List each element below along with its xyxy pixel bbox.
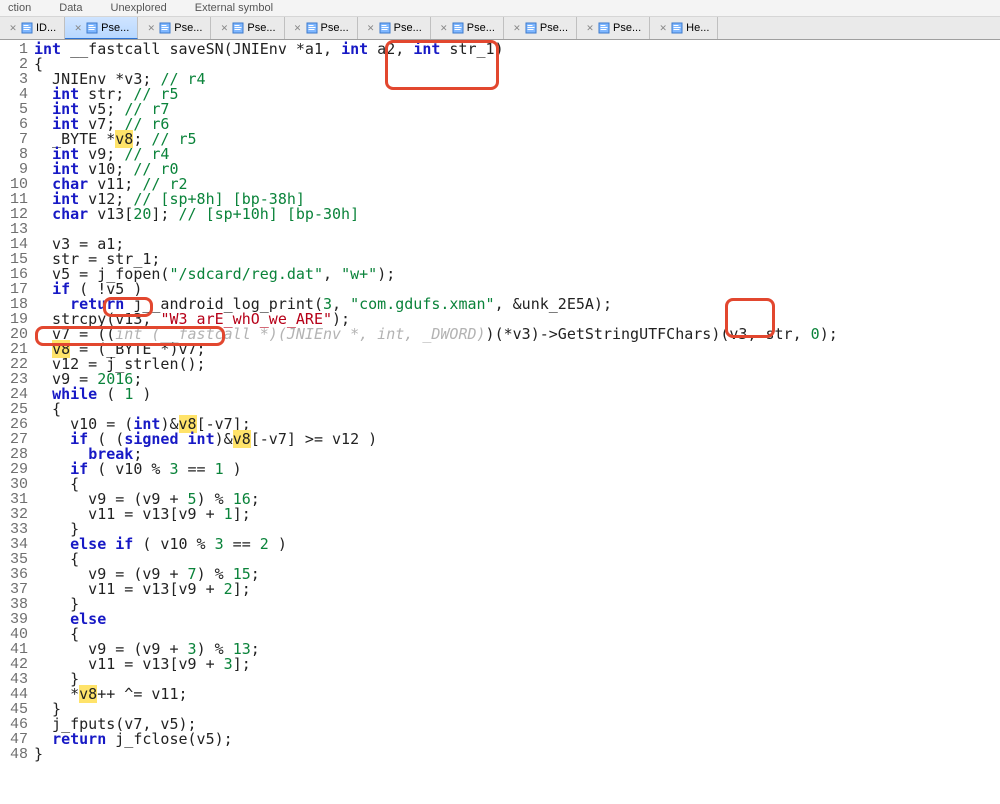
document-icon (525, 22, 537, 34)
tab-label: Pse... (101, 22, 129, 34)
tab-0[interactable]: ✕ ID... (0, 17, 65, 39)
tab-label: He... (686, 22, 709, 34)
tab-close-icon[interactable]: ✕ (439, 23, 449, 33)
document-icon (379, 22, 391, 34)
tab-6[interactable]: ✕ Pse... (431, 17, 504, 39)
tab-close-icon[interactable]: ✕ (73, 23, 83, 33)
tab-bar: ✕ ID... ✕ Pse... ✕ Pse... ✕ Pse... ✕ Pse... ✕ Pse..… (0, 17, 1000, 40)
document-icon (86, 22, 98, 34)
tab-label: Pse... (174, 22, 202, 34)
toolbar-item[interactable]: ction (8, 2, 31, 14)
document-icon (159, 22, 171, 34)
tab-label: Pse... (467, 22, 495, 34)
tab-close-icon[interactable]: ✕ (219, 23, 229, 33)
document-icon (306, 22, 318, 34)
tab-2[interactable]: ✕ Pse... (138, 17, 211, 39)
tab-4[interactable]: ✕ Pse... (285, 17, 358, 39)
code-body[interactable]: int __fastcall saveSN(JNIEnv *a1, int a2… (32, 40, 838, 762)
document-icon (671, 22, 683, 34)
document-icon (452, 22, 464, 34)
tab-label: Pse... (394, 22, 422, 34)
tab-8[interactable]: ✕ Pse... (577, 17, 650, 39)
line-number-gutter: 1234567891011121314151617181920212223242… (0, 40, 32, 762)
tab-close-icon[interactable]: ✕ (293, 23, 303, 33)
tab-label: Pse... (540, 22, 568, 34)
tab-3[interactable]: ✕ Pse... (211, 17, 284, 39)
document-icon (232, 22, 244, 34)
top-toolbar: ction Data Unexplored External symbol (0, 0, 1000, 17)
document-icon (598, 22, 610, 34)
tab-close-icon[interactable]: ✕ (658, 23, 668, 33)
tab-label: Pse... (321, 22, 349, 34)
tab-close-icon[interactable]: ✕ (512, 23, 522, 33)
tab-close-icon[interactable]: ✕ (366, 23, 376, 33)
toolbar-item[interactable]: Data (59, 2, 82, 14)
tab-5[interactable]: ✕ Pse... (358, 17, 431, 39)
tab-1[interactable]: ✕ Pse... (65, 17, 138, 39)
tab-9[interactable]: ✕ He... (650, 17, 718, 39)
tab-close-icon[interactable]: ✕ (585, 23, 595, 33)
toolbar-item[interactable]: Unexplored (111, 2, 167, 14)
tab-close-icon[interactable]: ✕ (8, 23, 18, 33)
pseudocode-view[interactable]: 1234567891011121314151617181920212223242… (0, 40, 1000, 762)
tab-label: Pse... (613, 22, 641, 34)
tab-label: ID... (36, 22, 56, 34)
toolbar-item[interactable]: External symbol (195, 2, 273, 14)
tab-close-icon[interactable]: ✕ (146, 23, 156, 33)
tab-label: Pse... (247, 22, 275, 34)
document-icon (21, 22, 33, 34)
tab-7[interactable]: ✕ Pse... (504, 17, 577, 39)
